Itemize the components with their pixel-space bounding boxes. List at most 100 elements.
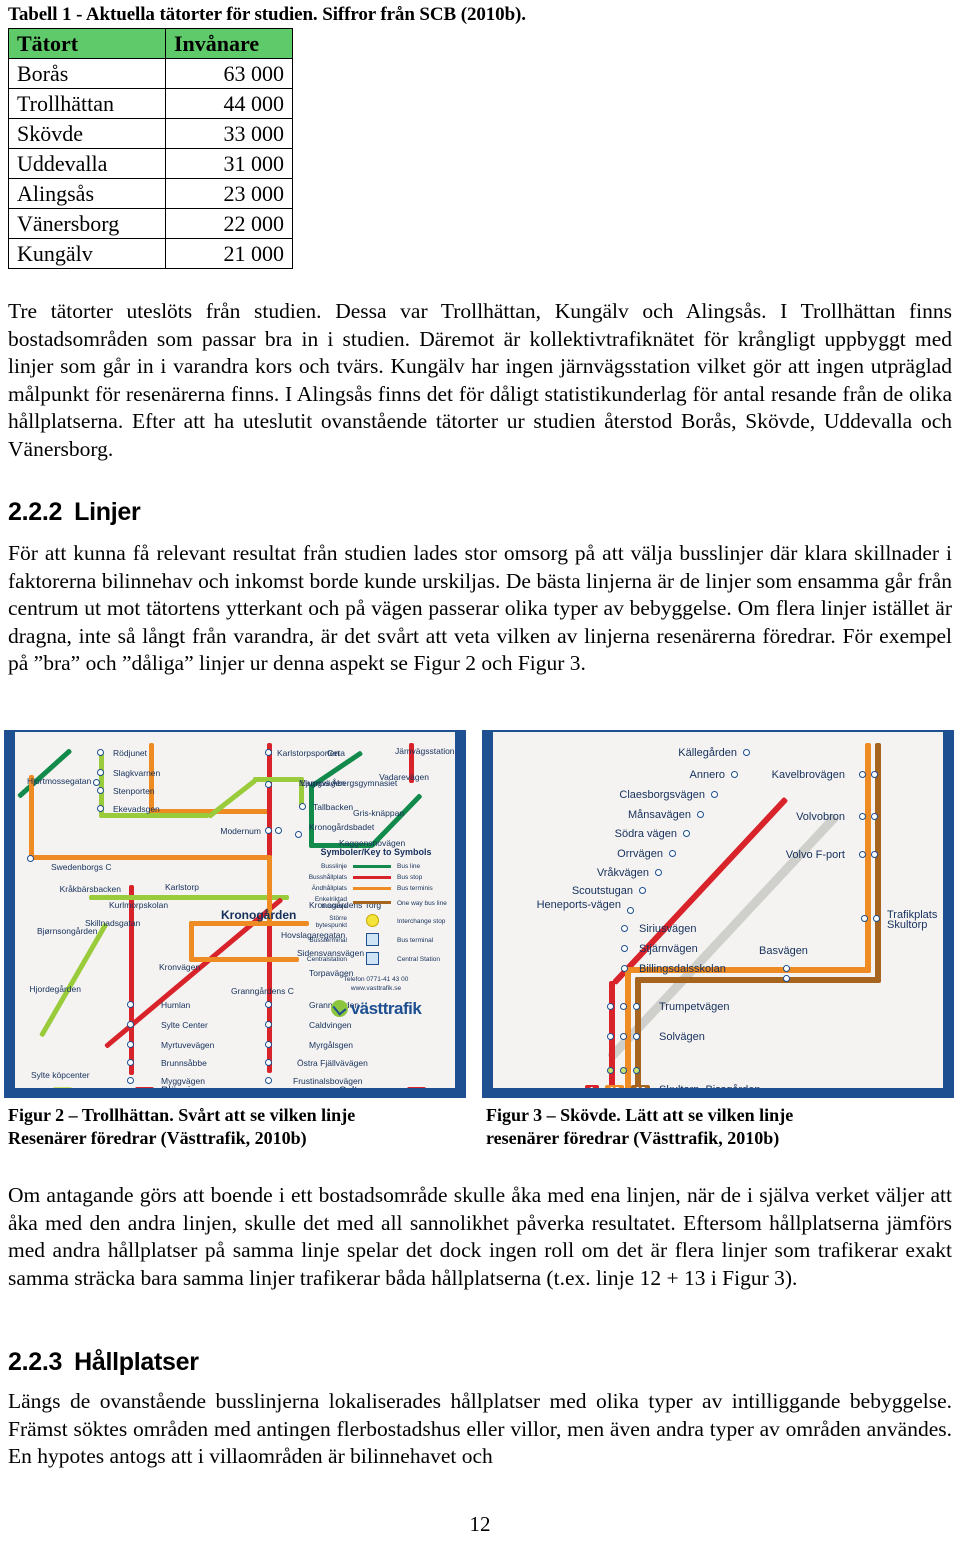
map-stop-label: Vadarevägen: [379, 772, 429, 782]
legend-label-en: Bus stop: [397, 874, 423, 881]
map-stop-label: Bjørnsongården: [37, 926, 98, 936]
map-stop-label: Kurlmorpskolan: [109, 900, 169, 910]
heading-number: 2.2.2: [8, 498, 63, 526]
map-stop-label: Järnvägsstation: [395, 746, 455, 756]
map-stop-dot: [871, 851, 878, 858]
map-stop-label: Trumpetvägen: [659, 1001, 730, 1013]
table-row: Uddevalla 31 000: [8, 148, 293, 179]
map-stop-label: Basvägen: [759, 945, 808, 957]
map-stop-dot: [711, 791, 718, 798]
legend-row: Bussterminal Bus terminal: [301, 933, 451, 948]
cell-population: 21 000: [165, 238, 293, 269]
map-border-bottom: [484, 1088, 952, 1096]
map-stop-dot: [607, 1033, 614, 1040]
heading-linjer: 2.2.2 Linjer: [8, 498, 141, 527]
legend-row: Ändhållplats Bus terminis: [301, 885, 451, 892]
legend-label-sv: Bussterminal: [309, 937, 347, 944]
legend-label-en: Central Station: [397, 956, 440, 963]
heading-title: Hållplatser: [74, 1348, 199, 1376]
map-stop-label: Hjortmossegatan: [27, 776, 92, 786]
map-line-brown: [635, 977, 881, 983]
map-stop-label: Södra vägen: [614, 828, 677, 840]
map-terminus-dot: [620, 1067, 627, 1074]
map-stop-dot: [627, 907, 634, 914]
legend-symbol-central-station-icon: [351, 952, 393, 967]
map-stop-dot: [265, 827, 272, 834]
cell-city: Vänersborg: [8, 208, 166, 239]
map-stop-label: Kavelbrovägen: [771, 769, 845, 781]
map-stop-dot: [275, 827, 282, 834]
page-number: 12: [469, 1512, 491, 1536]
heading-title: Linjer: [74, 498, 141, 526]
legend-label-sv: Busshållplats: [308, 874, 347, 881]
map-stop-dot: [861, 915, 868, 922]
map-stop-dot: [127, 1001, 134, 1008]
map-line-orange: [29, 775, 34, 857]
cell-city: Kungälv: [8, 238, 166, 269]
legend-label-en: One way bus line: [397, 899, 447, 907]
cell-population: 23 000: [165, 178, 293, 209]
map-stop-label: Myrtuvevägen: [161, 1040, 215, 1050]
map-stop-dot: [97, 749, 104, 756]
map-stop-dot: [127, 1059, 134, 1066]
map-stop-dot: [127, 1041, 134, 1048]
map-stop-dot: [607, 1003, 614, 1010]
map-stop-dot: [265, 749, 272, 756]
cell-city: Trollhättan: [8, 88, 166, 119]
cell-city: Uddevalla: [8, 148, 166, 179]
map-stop-dot: [871, 771, 878, 778]
legend-row: Busslinje Bus line: [301, 863, 451, 870]
map-stop-label: Sylte Center: [161, 1020, 208, 1030]
legend-row: Busshållplats Bus stop: [301, 874, 451, 881]
figure-3-caption: Figur 3 – Skövde. Lätt att se vilken lin…: [486, 1104, 936, 1150]
map-stop-label: Ekevadsgen: [113, 804, 160, 814]
map-inner-left: Rödjunet Slagkvarnen Stenporten Ekevadsg…: [9, 735, 461, 1093]
map-stop-label: Hjordegården: [29, 984, 81, 994]
legend-row: Centralstation Central Station: [301, 952, 451, 967]
figure-trollhattan-map: Rödjunet Slagkvarnen Stenporten Ekevadsg…: [4, 730, 466, 1098]
skovde-map-canvas: Källegården Annero Claesborgsvägen Månsa…: [482, 730, 954, 1098]
map-area-label: Kronogården: [221, 908, 297, 922]
map-stop-label: Rödjunet: [113, 748, 148, 758]
vasttrafik-check-icon: [330, 1000, 348, 1017]
map-inner-right: Källegården Annero Claesborgsvägen Månsa…: [487, 735, 949, 1093]
map-stop-dot: [859, 851, 866, 858]
legend-title: Symboler/Key to Symbols: [320, 847, 432, 857]
map-stop-label: Källegården: [678, 747, 737, 759]
map-border-right: [455, 732, 464, 1096]
paragraph-tatorter-uteslutning: Tre tätorter uteslöts från studien. Dess…: [8, 299, 952, 461]
map-stop-label: Modernum: [220, 826, 261, 836]
map-stop-label: Kronogårdsbadet: [309, 822, 375, 832]
cell-population: 22 000: [165, 208, 293, 239]
legend-label-sv: Större bytespunkt: [315, 914, 347, 929]
map-border-left: [6, 732, 15, 1096]
figure-2-caption-line2: Resenärer föredrar (Västtrafik, 2010b): [8, 1128, 307, 1148]
map-line-orange: [625, 967, 631, 1093]
map-stop-dot: [97, 769, 104, 776]
legend-label-sv: Centralstation: [306, 956, 347, 963]
map-stop-dot: [633, 1033, 640, 1040]
map-stop-dot: [783, 965, 790, 972]
paragraph-hallplatser: Längs de ovanstående busslinjerna lokali…: [8, 1389, 952, 1468]
map-stop-label: Volvobron: [796, 811, 845, 823]
map-stop-dot: [265, 1059, 272, 1066]
legend-symbol-bus-terminus: [351, 885, 393, 892]
map-stop-label: Claesborgsvägen: [619, 789, 705, 801]
map-stop-label: Stjärnvägen: [639, 943, 698, 955]
legend-symbol-bus-terminal-icon: [351, 933, 393, 948]
figure-2-caption: Figur 2 – Trollhättan. Svårt att se vilk…: [8, 1104, 448, 1150]
cell-population: 63 000: [165, 58, 293, 89]
figure-2-caption-line1: Figur 2 – Trollhättan. Svårt att se vilk…: [8, 1105, 356, 1125]
legend-symbol-interchange-icon: [351, 914, 393, 929]
map-stop-label: Månsavägen: [628, 809, 691, 821]
map-stop-label: Slagkvarnen: [113, 768, 161, 778]
legend-symbol-bus-line: [351, 863, 393, 870]
map-stop-dot: [265, 1077, 272, 1084]
map-stop-dot: [683, 830, 690, 837]
map-stop-dot: [621, 945, 628, 952]
map-stop-label: Solvägen: [659, 1031, 705, 1043]
legend-label-en: Bus terminis: [397, 885, 433, 892]
map-stop-dot: [295, 831, 302, 838]
map-stop-label: Granngårdens C: [231, 986, 294, 996]
map-stop-dot: [743, 749, 750, 756]
